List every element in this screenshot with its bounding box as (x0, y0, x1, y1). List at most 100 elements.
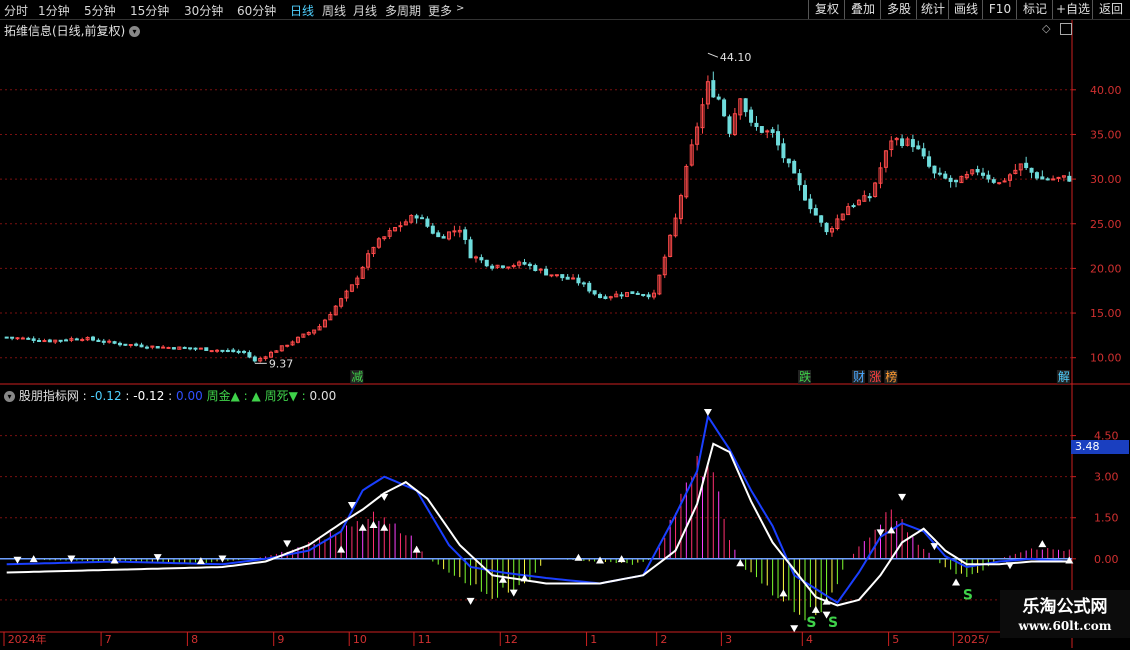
candle-body (209, 350, 214, 353)
current-value-badge: 3.48 (1071, 440, 1129, 454)
up-arrow-marker (952, 578, 961, 586)
candle-body (937, 172, 942, 175)
candle-body (42, 340, 47, 343)
candle-body (425, 218, 430, 227)
candle-body (182, 346, 187, 349)
date-label: 2025/ (957, 633, 989, 646)
death-cross-label: 周死▼ (264, 389, 298, 403)
price-tick-label: 10.00 (1090, 352, 1122, 365)
candle-body (15, 337, 20, 340)
candle-body (236, 350, 241, 353)
candle-body (452, 230, 457, 233)
candle-body (824, 222, 829, 233)
candle-body (441, 236, 446, 239)
candle-body (123, 343, 128, 346)
candle-body (808, 198, 813, 210)
down-arrow-marker (466, 597, 475, 605)
diamond-icon[interactable]: ◇ (1042, 22, 1050, 35)
indicator-tick-label: 3.00 (1094, 471, 1119, 484)
candle-body (991, 179, 996, 183)
candle-body (1024, 162, 1029, 169)
candle-body (592, 290, 597, 295)
candle-body (166, 346, 171, 349)
candle-body (398, 225, 403, 228)
candle-body (581, 282, 586, 285)
candle-body (436, 232, 441, 238)
candle-body (554, 274, 559, 277)
s-signal-marker: S (806, 615, 816, 631)
candle-body (101, 340, 106, 343)
slow-line (6, 442, 1070, 607)
candle-body (215, 349, 220, 352)
down-arrow-marker (790, 625, 799, 633)
candle-body (986, 174, 991, 180)
candle-body (161, 346, 166, 349)
candle-body (749, 109, 754, 123)
candle-body (204, 347, 209, 351)
indicator-tick-label: 0.00 (1094, 553, 1119, 566)
chart-canvas[interactable]: 10.0015.0020.0025.0030.0035.0040.00-1.50… (0, 0, 1130, 650)
panel-toggle-icon[interactable] (1060, 23, 1072, 35)
indicator-value-1: -0.12 (90, 389, 122, 403)
candle-body (171, 347, 176, 350)
candle-body (420, 217, 425, 220)
down-arrow-marker (283, 540, 292, 548)
candle-body (781, 143, 786, 159)
up-arrow-marker (574, 553, 583, 561)
candle-body (1040, 176, 1045, 180)
date-label: 12 (504, 633, 518, 646)
candle-body (776, 131, 781, 146)
candle-body (188, 347, 193, 350)
candle-body (144, 346, 149, 349)
event-badge: 跌 (799, 369, 811, 384)
indicator-value-4: 0.00 (309, 389, 337, 403)
candle-body (47, 339, 52, 343)
candle-body (26, 337, 31, 340)
candle-body (490, 265, 495, 269)
up-arrow-marker (380, 523, 389, 531)
candle-body (565, 276, 570, 280)
candle-body (743, 98, 748, 113)
gold-cross-mark: ▲ (251, 389, 261, 403)
candle-body (1045, 178, 1050, 181)
down-arrow-marker (153, 554, 162, 562)
up-arrow-marker (1038, 540, 1047, 548)
up-arrow-marker (811, 605, 820, 613)
chevron-down-icon[interactable]: ▾ (4, 391, 15, 402)
candle-body (107, 340, 112, 343)
fast-line (6, 413, 1070, 604)
candle-body (921, 148, 926, 157)
chevron-down-icon[interactable]: ▾ (129, 26, 141, 37)
watermark-logo: 乐淘公式网 www.60lt.com (1000, 590, 1130, 638)
date-label: 2024年 (8, 632, 47, 646)
candle-body (711, 80, 716, 98)
up-arrow-marker (358, 523, 367, 531)
candle-body (722, 99, 727, 117)
candle-body (58, 339, 63, 342)
candle-body (1067, 175, 1072, 182)
candle-body (786, 158, 791, 164)
event-badge: 涨 (869, 369, 881, 384)
price-tick-label: 15.00 (1090, 307, 1122, 320)
candle-body (549, 274, 554, 277)
candle-body (544, 268, 549, 276)
candle-body (484, 259, 489, 267)
death-cross-sep: : (301, 389, 306, 403)
gold-cross-label: 周金▲ (206, 389, 240, 403)
candle-body (463, 229, 468, 240)
candle-body (252, 356, 257, 362)
down-arrow-marker (898, 493, 907, 501)
down-arrow-marker (509, 589, 518, 597)
event-badge: 解 (1058, 370, 1070, 384)
candle-body (1051, 178, 1056, 181)
s-signal-marker: S (828, 615, 838, 631)
candle-body (242, 350, 247, 353)
candle-body (630, 291, 635, 294)
candle-body (975, 168, 980, 173)
candle-body (765, 130, 770, 133)
date-label: 4 (806, 633, 813, 646)
candle-body (1056, 176, 1061, 179)
svg-text:乐淘公式网: 乐淘公式网 (1023, 596, 1108, 617)
down-arrow-marker (380, 493, 389, 501)
indicator-value-2: -0.12 (133, 389, 165, 403)
